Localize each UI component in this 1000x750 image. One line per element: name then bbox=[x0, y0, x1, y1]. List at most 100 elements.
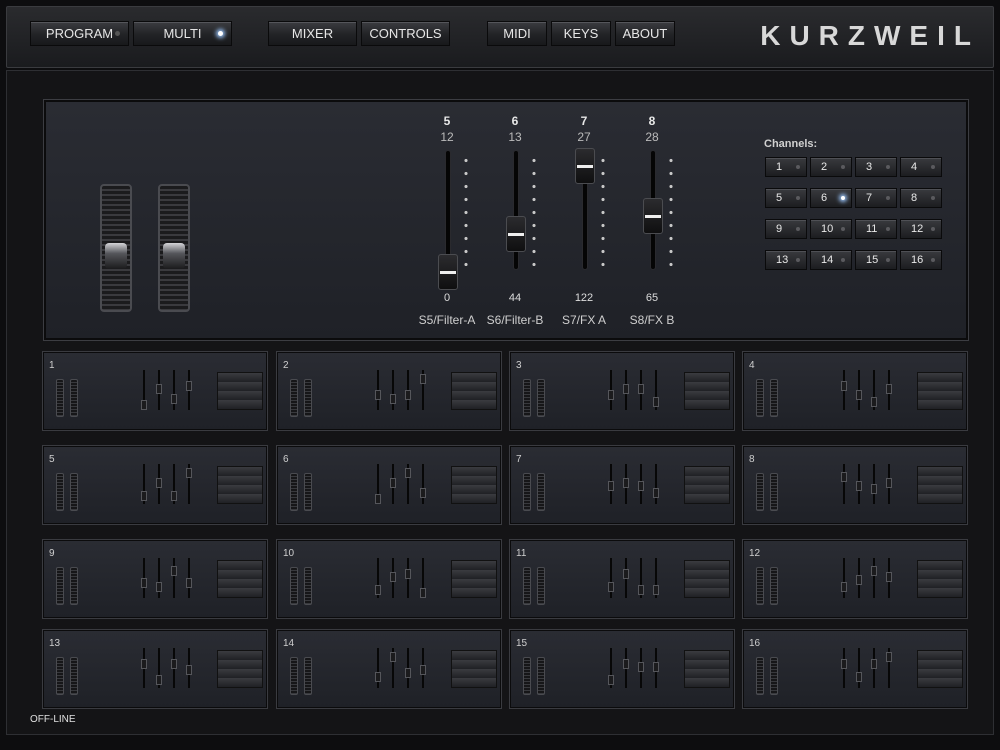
mini-channel-grid bbox=[917, 466, 963, 504]
multi-slot-3[interactable]: 3 bbox=[510, 352, 734, 430]
slider-handle[interactable] bbox=[643, 197, 663, 234]
kurzweil-logo: KURZWEIL bbox=[760, 20, 980, 51]
channel-button-label: 3 bbox=[866, 161, 873, 173]
mini-slider-handle bbox=[141, 490, 147, 501]
multi-slot-8[interactable]: 8 bbox=[743, 446, 967, 524]
slider-handle[interactable] bbox=[506, 215, 526, 252]
mini-slider-handle bbox=[141, 578, 147, 589]
mod-wheel[interactable] bbox=[158, 184, 190, 312]
multi-slot-6[interactable]: 6 bbox=[277, 446, 501, 524]
channel-button-5[interactable]: 5 bbox=[765, 188, 807, 208]
slider-handle[interactable] bbox=[438, 254, 458, 290]
slider-track[interactable] bbox=[513, 150, 519, 270]
mini-slider-handle bbox=[608, 390, 614, 401]
mini-slider-handle bbox=[186, 578, 192, 589]
mini-slider-track bbox=[422, 464, 424, 504]
mini-mod-wheel bbox=[537, 567, 545, 605]
channel-button-label: 7 bbox=[866, 192, 873, 204]
slider-track[interactable] bbox=[445, 150, 451, 270]
slider-7[interactable]: 7 27 122 S7/FX A bbox=[549, 114, 619, 327]
channel-button-label: 10 bbox=[821, 223, 834, 235]
mini-slider-handle bbox=[375, 584, 381, 595]
mini-slider-handle bbox=[405, 668, 411, 679]
slider-scale bbox=[464, 154, 468, 266]
mini-slider-handle bbox=[405, 468, 411, 479]
slider-scale bbox=[532, 154, 536, 266]
channel-button-14[interactable]: 14 bbox=[810, 250, 852, 270]
multi-slot-11[interactable]: 11 bbox=[510, 540, 734, 618]
multi-slot-1[interactable]: 1 bbox=[43, 352, 267, 430]
mini-slider-handle bbox=[156, 478, 162, 488]
channel-button-4[interactable]: 4 bbox=[900, 157, 942, 177]
channel-button-12[interactable]: 12 bbox=[900, 219, 942, 239]
channel-button-10[interactable]: 10 bbox=[810, 219, 852, 239]
mini-mod-wheel bbox=[770, 473, 778, 511]
multi-slot-4[interactable]: 4 bbox=[743, 352, 967, 430]
channel-button-2[interactable]: 2 bbox=[810, 157, 852, 177]
slider-6[interactable]: 6 13 44 S6/Filter-B bbox=[480, 114, 550, 327]
mini-pitch-wheel bbox=[523, 657, 531, 695]
channel-led-icon bbox=[796, 227, 800, 231]
channel-button-8[interactable]: 8 bbox=[900, 188, 942, 208]
mini-slider-handle bbox=[653, 584, 659, 595]
mini-channel-grid bbox=[684, 466, 730, 504]
multi-slot-10[interactable]: 10 bbox=[277, 540, 501, 618]
channel-button-label: 6 bbox=[821, 192, 828, 204]
pitch-wheel[interactable] bbox=[100, 184, 132, 312]
about-button[interactable]: ABOUT bbox=[615, 21, 675, 46]
channel-button-9[interactable]: 9 bbox=[765, 219, 807, 239]
keys-button[interactable]: KEYS bbox=[551, 21, 611, 46]
multi-slot-16[interactable]: 16 bbox=[743, 630, 967, 708]
slider-8[interactable]: 8 28 65 S8/FX B bbox=[617, 114, 687, 327]
channel-button-label: 15 bbox=[866, 254, 879, 266]
channel-button-label: 14 bbox=[821, 254, 834, 266]
channel-button-16[interactable]: 16 bbox=[900, 250, 942, 270]
channel-led-icon bbox=[841, 227, 845, 231]
channel-button-13[interactable]: 13 bbox=[765, 250, 807, 270]
multi-slot-7[interactable]: 7 bbox=[510, 446, 734, 524]
midi-button[interactable]: MIDI bbox=[487, 21, 547, 46]
channel-button-6[interactable]: 6 bbox=[810, 188, 852, 208]
mini-slider-handle bbox=[390, 393, 396, 404]
mini-pitch-wheel bbox=[523, 379, 531, 417]
controls-button[interactable]: CONTROLS bbox=[361, 21, 450, 46]
multi-slot-number: 15 bbox=[516, 638, 528, 649]
channel-button-label: 9 bbox=[776, 223, 783, 235]
channel-led-icon bbox=[841, 258, 845, 262]
multi-slot-2[interactable]: 2 bbox=[277, 352, 501, 430]
multi-slot-number: 16 bbox=[749, 638, 761, 649]
channel-led-icon bbox=[931, 258, 935, 262]
multi-button[interactable]: MULTI bbox=[133, 21, 232, 46]
channel-button-1[interactable]: 1 bbox=[765, 157, 807, 177]
channel-button-7[interactable]: 7 bbox=[855, 188, 897, 208]
mini-slider-handle bbox=[871, 658, 877, 669]
mini-channel-grid bbox=[451, 466, 497, 504]
multi-slot-14[interactable]: 14 bbox=[277, 630, 501, 708]
channel-led-icon bbox=[931, 165, 935, 169]
slider-5[interactable]: 5 12 0 S5/Filter-A bbox=[412, 114, 482, 327]
multi-slot-13[interactable]: 13 bbox=[43, 630, 267, 708]
channel-button-11[interactable]: 11 bbox=[855, 219, 897, 239]
mini-slider-handle bbox=[856, 575, 862, 586]
multi-slot-number: 6 bbox=[283, 454, 289, 465]
mini-slider-handle bbox=[841, 581, 847, 592]
channel-button-3[interactable]: 3 bbox=[855, 157, 897, 177]
multi-slot-15[interactable]: 15 bbox=[510, 630, 734, 708]
multi-slot-12[interactable]: 12 bbox=[743, 540, 967, 618]
mini-slider-handle bbox=[623, 658, 629, 669]
program-button[interactable]: PROGRAM bbox=[30, 21, 129, 46]
multi-slot-number: 1 bbox=[49, 360, 55, 371]
multi-slot-5[interactable]: 5 bbox=[43, 446, 267, 524]
multi-slot-9[interactable]: 9 bbox=[43, 540, 267, 618]
slider-number: 6 bbox=[511, 114, 519, 128]
mini-channel-grid bbox=[451, 650, 497, 688]
mini-mod-wheel bbox=[304, 657, 312, 695]
mini-mod-wheel bbox=[304, 567, 312, 605]
mini-slider-handle bbox=[171, 490, 177, 501]
slider-handle[interactable] bbox=[575, 148, 595, 185]
mixer-button[interactable]: MIXER bbox=[268, 21, 357, 46]
mini-slider-handle bbox=[623, 478, 629, 488]
mixer-button-label: MIXER bbox=[291, 26, 334, 41]
mini-slider-handle bbox=[608, 481, 614, 492]
channel-button-15[interactable]: 15 bbox=[855, 250, 897, 270]
